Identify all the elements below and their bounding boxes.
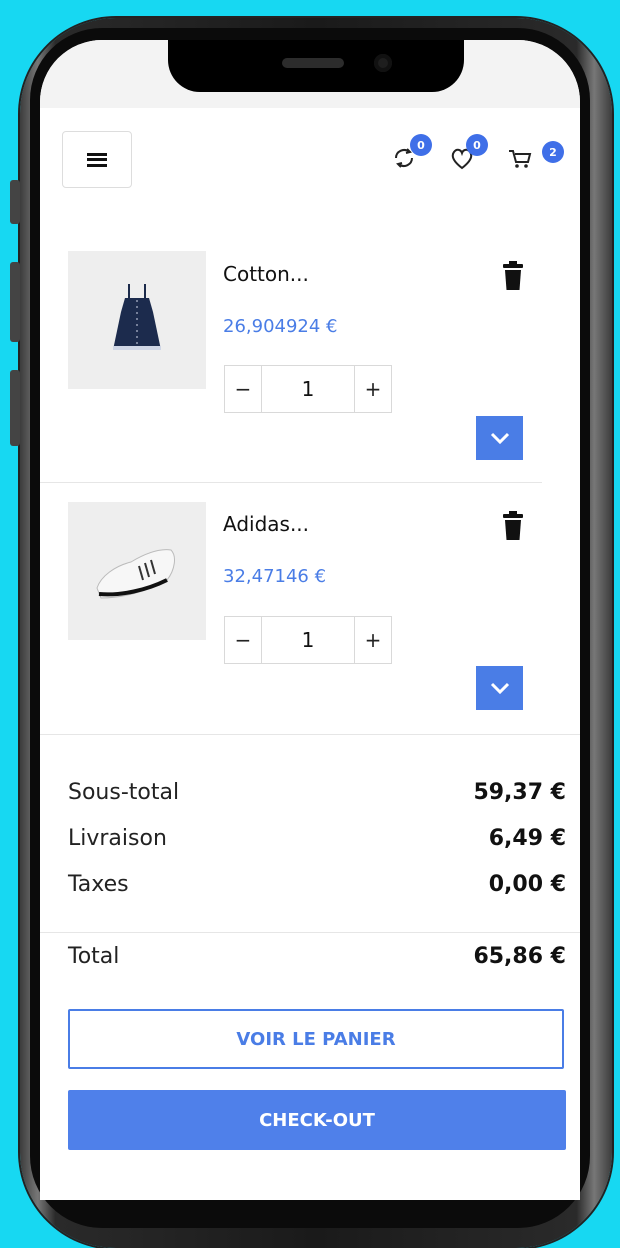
- cart-button[interactable]: [506, 144, 534, 172]
- hamburger-icon: [87, 152, 107, 167]
- quantity-value[interactable]: 1: [261, 617, 355, 663]
- shipping-row: Livraison 6,49 €: [68, 826, 566, 851]
- phone-volume-up: [10, 262, 20, 342]
- phone-volume-down: [10, 370, 20, 446]
- items-divider: [40, 734, 580, 735]
- front-camera: [374, 54, 392, 72]
- wishlist-badge: 0: [466, 134, 488, 156]
- total-value: 65,86 €: [473, 944, 566, 969]
- trash-icon: [503, 511, 523, 540]
- view-cart-button[interactable]: VOIR LE PANIER: [68, 1009, 564, 1069]
- item-divider: [40, 482, 542, 483]
- taxes-value: 0,00 €: [488, 872, 566, 897]
- dress-image-icon: [113, 284, 161, 350]
- cart-icon: [509, 150, 532, 168]
- chevron-down-icon: [490, 682, 509, 695]
- product-image[interactable]: [68, 251, 206, 389]
- cart-badge: 2: [542, 141, 564, 163]
- phone-side-button: [10, 180, 20, 224]
- quantity-value[interactable]: 1: [261, 366, 355, 412]
- taxes-row: Taxes 0,00 €: [68, 872, 566, 897]
- chevron-down-icon: [490, 432, 509, 445]
- notch: [168, 40, 464, 92]
- delete-button[interactable]: [502, 261, 524, 291]
- subtotal-row: Sous-total 59,37 €: [68, 780, 566, 805]
- subtotal-label: Sous-total: [68, 780, 180, 805]
- product-name[interactable]: Cotton...: [223, 262, 309, 286]
- product-image[interactable]: [68, 502, 206, 640]
- checkout-button[interactable]: CHECK-OUT: [68, 1090, 566, 1150]
- expand-button[interactable]: [476, 666, 523, 710]
- total-label: Total: [68, 944, 120, 969]
- trash-icon: [503, 261, 523, 290]
- increase-button[interactable]: +: [355, 617, 391, 663]
- total-row: Total 65,86 €: [68, 944, 566, 969]
- speaker: [282, 58, 344, 68]
- shipping-value: 6,49 €: [488, 826, 566, 851]
- decrease-button[interactable]: −: [225, 617, 261, 663]
- compare-badge: 0: [410, 134, 432, 156]
- phone-screen: 0 0 2 Cotton... 26,904924 € − 1 + Adidas…: [40, 40, 580, 1200]
- subtotal-value: 59,37 €: [473, 780, 566, 805]
- decrease-button[interactable]: −: [225, 366, 261, 412]
- product-price: 32,47146 €: [223, 566, 327, 587]
- quantity-stepper: − 1 +: [224, 616, 392, 664]
- totals-divider: [40, 932, 580, 933]
- sneaker-image-icon: [96, 549, 175, 599]
- product-name[interactable]: Adidas...: [223, 512, 309, 536]
- product-price: 26,904924 €: [223, 316, 338, 337]
- increase-button[interactable]: +: [355, 366, 391, 412]
- quantity-stepper: − 1 +: [224, 365, 392, 413]
- menu-button[interactable]: [62, 131, 132, 188]
- expand-button[interactable]: [476, 416, 523, 460]
- shipping-label: Livraison: [68, 826, 167, 851]
- taxes-label: Taxes: [68, 872, 129, 897]
- delete-button[interactable]: [502, 511, 524, 541]
